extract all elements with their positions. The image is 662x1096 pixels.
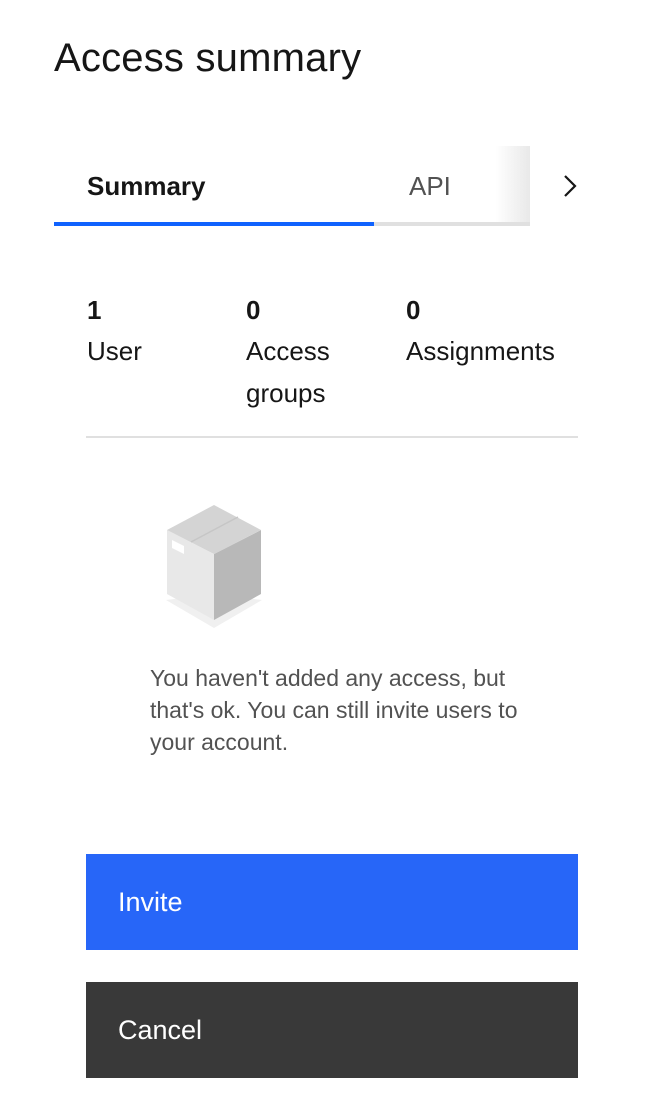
empty-state-message: You haven't added any access, but that's… <box>150 665 518 755</box>
box-icon <box>164 502 264 630</box>
stat-label: Assignments <box>406 336 555 366</box>
stat-count: 1 <box>87 295 102 325</box>
stat-count: 0 <box>406 295 421 325</box>
stat-access-groups: 0 Access groups <box>246 292 386 414</box>
stat-assignments: 0 Assignments <box>406 292 555 372</box>
cancel-button[interactable]: Cancel <box>86 982 578 1078</box>
stat-label: Access groups <box>246 336 330 408</box>
stat-label: User <box>87 336 142 366</box>
page-title: Access summary <box>54 36 362 80</box>
tab-summary[interactable]: Summary <box>54 146 374 226</box>
stat-users: 1 User <box>87 292 142 372</box>
chevron-right-icon[interactable] <box>552 168 588 204</box>
divider <box>86 436 578 438</box>
tab-api[interactable]: API <box>374 146 530 226</box>
invite-button[interactable]: Invite <box>86 854 578 950</box>
tab-list: Summary API <box>54 146 530 226</box>
stat-count: 0 <box>246 295 261 325</box>
